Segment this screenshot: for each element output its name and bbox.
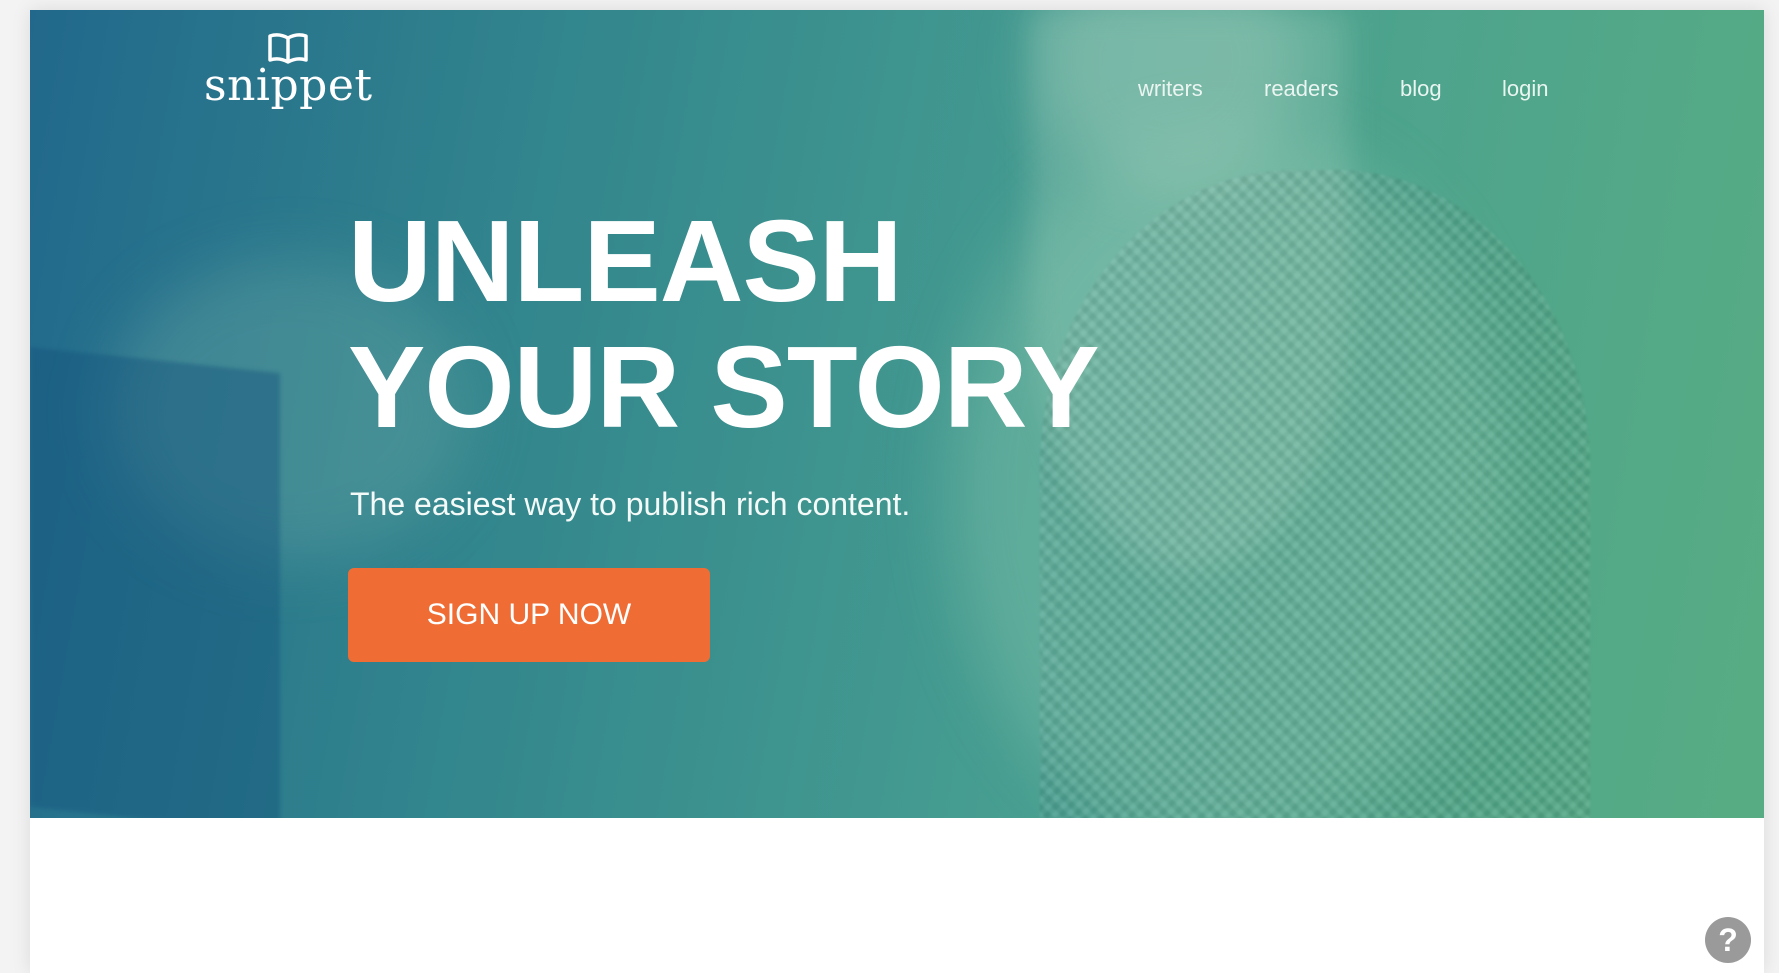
top-nav: writers readers blog login [1138,76,1582,102]
background-photo-texture [1040,170,1590,818]
logo-text: snippet [204,60,373,111]
help-icon[interactable]: ? [1705,917,1751,963]
hero-headline: UNLEASH YOUR STORY [348,196,1100,452]
hero-headline-line: UNLEASH [348,196,903,326]
background-laptop [30,346,280,818]
hero-headline-line: YOUR STORY [348,322,1100,452]
nav-link-writers[interactable]: writers [1138,76,1264,102]
logo-link[interactable]: snippet [204,32,373,108]
sign-up-button[interactable]: SIGN UP NOW [348,568,710,662]
nav-link-login[interactable]: login [1502,76,1582,102]
nav-link-readers[interactable]: readers [1264,76,1400,102]
nav-link-blog[interactable]: blog [1400,76,1502,102]
hero-tagline: The easiest way to publish rich content. [350,486,911,522]
browser-page: snippet writers readers blog login UNLEA… [30,10,1764,973]
hero-section: snippet writers readers blog login UNLEA… [30,10,1764,818]
